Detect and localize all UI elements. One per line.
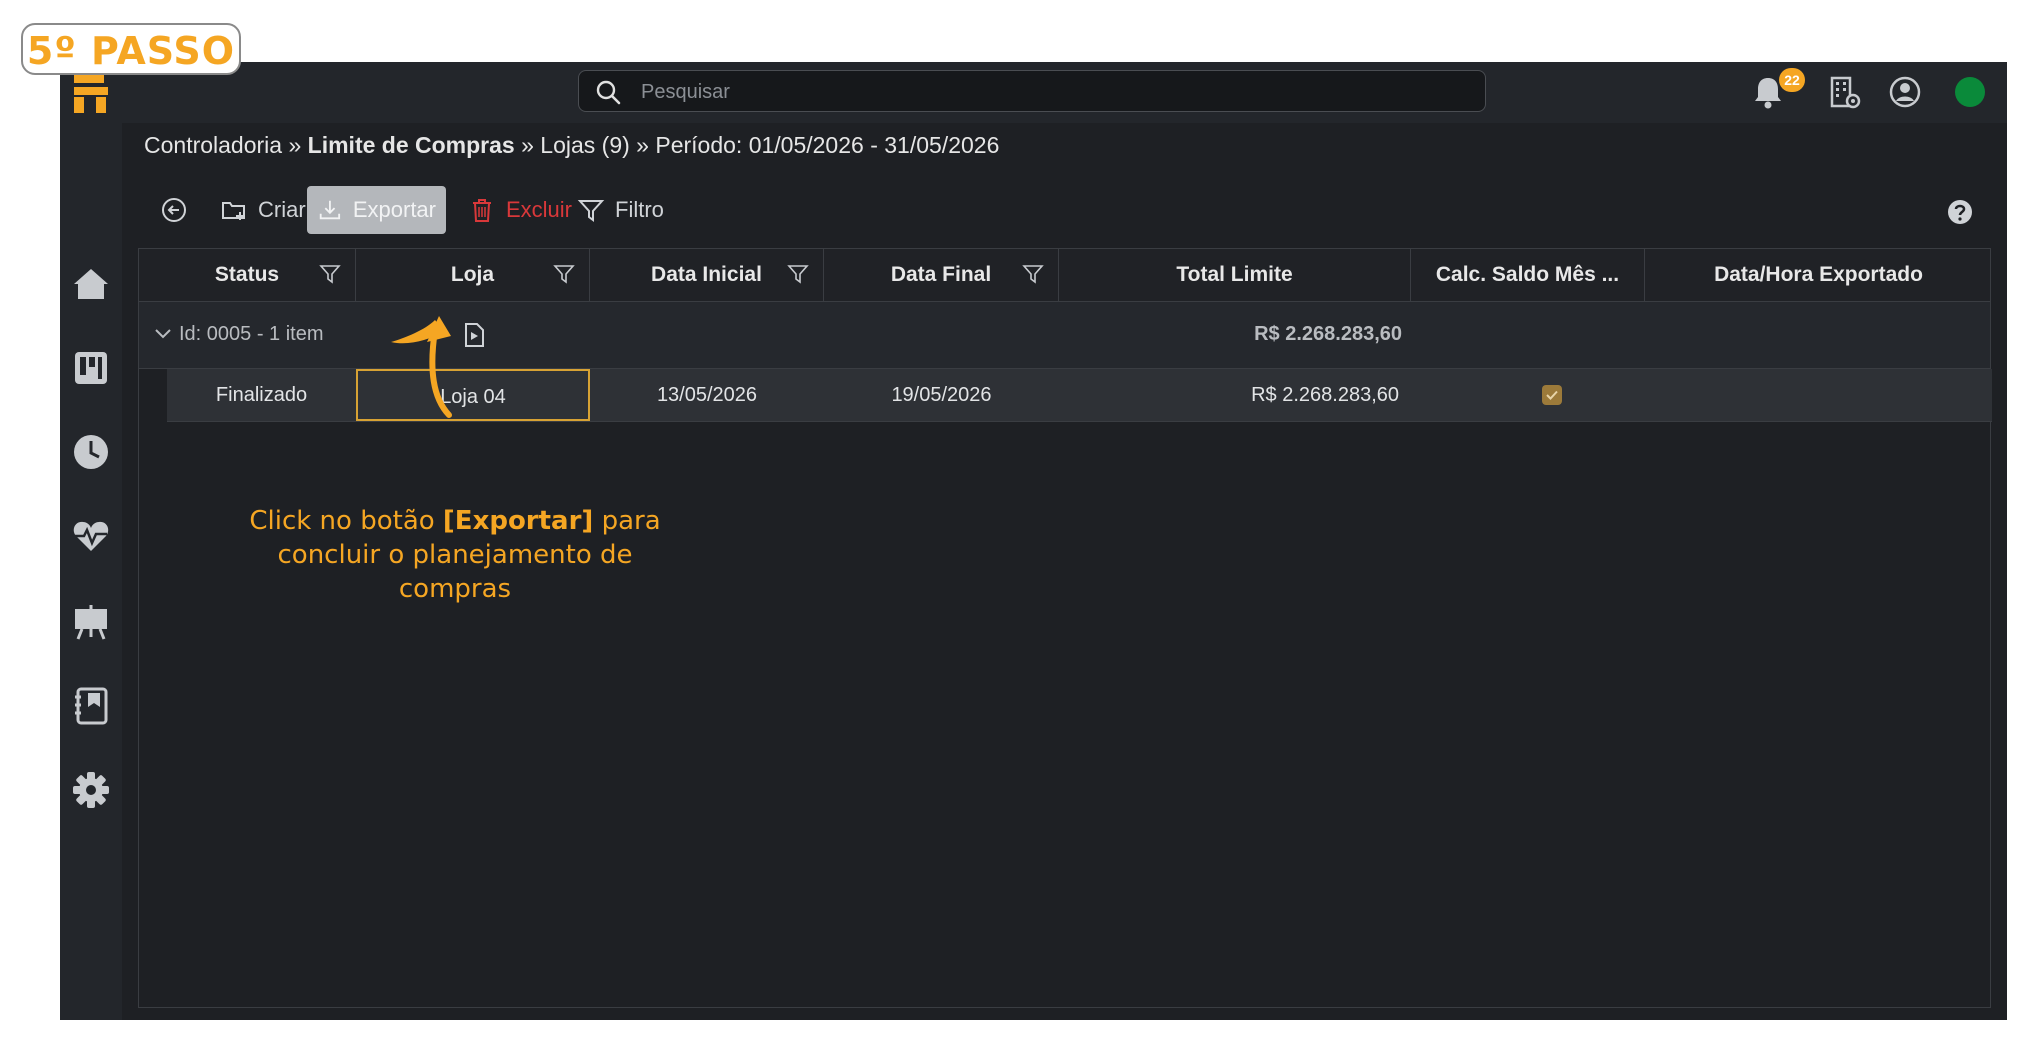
filter-button-label: Filtro: [615, 197, 664, 222]
gear-icon[interactable]: [70, 769, 112, 811]
top-bar: 22: [60, 62, 2007, 123]
presentation-board-icon[interactable]: [70, 601, 112, 643]
toolbar: Criar Exportar Excluir Filtro: [150, 186, 1990, 236]
cell-status: Finalizado: [215, 384, 308, 406]
breadcrumb-separator: »: [514, 132, 541, 158]
cell-data-hora-exportado: [1645, 369, 1992, 421]
column-header-label: Loja: [450, 263, 495, 286]
annotation-text: concluir o planejamento de compras: [277, 540, 633, 604]
column-filter-icon[interactable]: [319, 263, 341, 285]
column-header-loja[interactable]: Loja: [356, 249, 590, 301]
column-header-label: Data Final: [890, 263, 992, 286]
health-heart-icon[interactable]: [70, 515, 112, 557]
search-icon: [596, 80, 621, 105]
folder-add-icon: [222, 202, 245, 220]
column-header-label: Data Inicial: [651, 263, 762, 286]
column-header-total-limite[interactable]: Total Limite: [1059, 249, 1411, 301]
annotation-text: para: [593, 506, 661, 536]
checkmark-icon: [1546, 390, 1558, 400]
group-total: R$ 2.268.283,60: [1254, 323, 1402, 345]
help-icon[interactable]: [1946, 198, 1974, 226]
instruction-annotation: Click no botão [Exportar] para concluir …: [225, 504, 685, 606]
column-header-data-inicial[interactable]: Data Inicial: [590, 249, 824, 301]
user-account-icon[interactable]: [1887, 74, 1923, 110]
trash-icon: [473, 199, 491, 222]
annotation-text: Click no botão: [249, 506, 443, 536]
export-button[interactable]: Exportar: [307, 186, 446, 234]
group-label: Id: 0005 - 1 item: [179, 323, 324, 345]
clock-icon[interactable]: [70, 431, 112, 473]
breadcrumb: Controladoria » Limite de Compras » Loja…: [144, 132, 999, 159]
create-button-label: Criar: [258, 197, 306, 222]
cell-data-inicial: 13/05/2026: [656, 384, 758, 406]
column-header-label: Status: [214, 263, 280, 286]
calc-saldo-checkbox[interactable]: [1542, 385, 1562, 405]
search-bar[interactable]: [578, 70, 1486, 112]
step-badge: 5º PASSO: [21, 23, 241, 75]
download-icon: [319, 200, 341, 220]
kanban-board-icon[interactable]: [70, 347, 112, 389]
filter-button[interactable]: Filtro: [567, 186, 674, 234]
home-icon[interactable]: [70, 263, 112, 305]
cell-data-final: 19/05/2026: [891, 384, 992, 406]
online-status-indicator: [1955, 77, 1985, 107]
column-header-status[interactable]: Status: [139, 249, 356, 301]
search-input[interactable]: [639, 77, 1463, 107]
breadcrumb-separator: »: [282, 132, 308, 158]
column-header-label: Total Limite: [1176, 263, 1293, 286]
annotation-highlight: [Exportar]: [442, 506, 594, 536]
delete-button[interactable]: Excluir: [458, 186, 582, 234]
create-button[interactable]: Criar: [210, 186, 316, 234]
column-header-data-hora-exportado[interactable]: Data/Hora Exportado: [1645, 249, 1992, 301]
column-header-label: Data/Hora Exportado: [1714, 263, 1923, 286]
sidebar: [60, 123, 122, 1020]
grid-header: Status Loja Data Inicial Data Final Tota…: [139, 249, 1990, 302]
breadcrumb-item-periodo: Período: 01/05/2026 - 31/05/2026: [655, 132, 1000, 158]
back-button[interactable]: [150, 186, 198, 234]
notebook-icon[interactable]: [70, 685, 112, 727]
app-window: 22: [60, 62, 2007, 1020]
cell-total-limite: R$ 2.268.283,60: [1251, 384, 1399, 406]
delete-button-label: Excluir: [506, 197, 573, 222]
logo-icon[interactable]: [74, 75, 108, 113]
filter-icon: [577, 200, 605, 222]
column-filter-icon[interactable]: [553, 263, 575, 285]
column-filter-icon[interactable]: [1022, 263, 1044, 285]
breadcrumb-item-controladoria[interactable]: Controladoria: [144, 132, 282, 158]
pointer-arrow-icon: [391, 316, 452, 418]
export-button-label: Exportar: [352, 197, 436, 222]
breadcrumb-separator: »: [629, 132, 656, 158]
column-header-data-final[interactable]: Data Final: [824, 249, 1059, 301]
breadcrumb-item-lojas[interactable]: Lojas (9): [540, 132, 629, 158]
column-header-label: Calc. Saldo Mês ...: [1435, 263, 1620, 286]
chevron-down-icon[interactable]: [153, 324, 173, 344]
breadcrumb-item-limite-compras[interactable]: Limite de Compras: [308, 132, 515, 158]
notification-count: 22: [1779, 68, 1805, 92]
column-filter-icon[interactable]: [787, 263, 809, 285]
building-settings-icon[interactable]: [1826, 74, 1862, 110]
back-arrow-icon: [162, 198, 186, 222]
column-header-calc-saldo[interactable]: Calc. Saldo Mês ...: [1411, 249, 1645, 301]
